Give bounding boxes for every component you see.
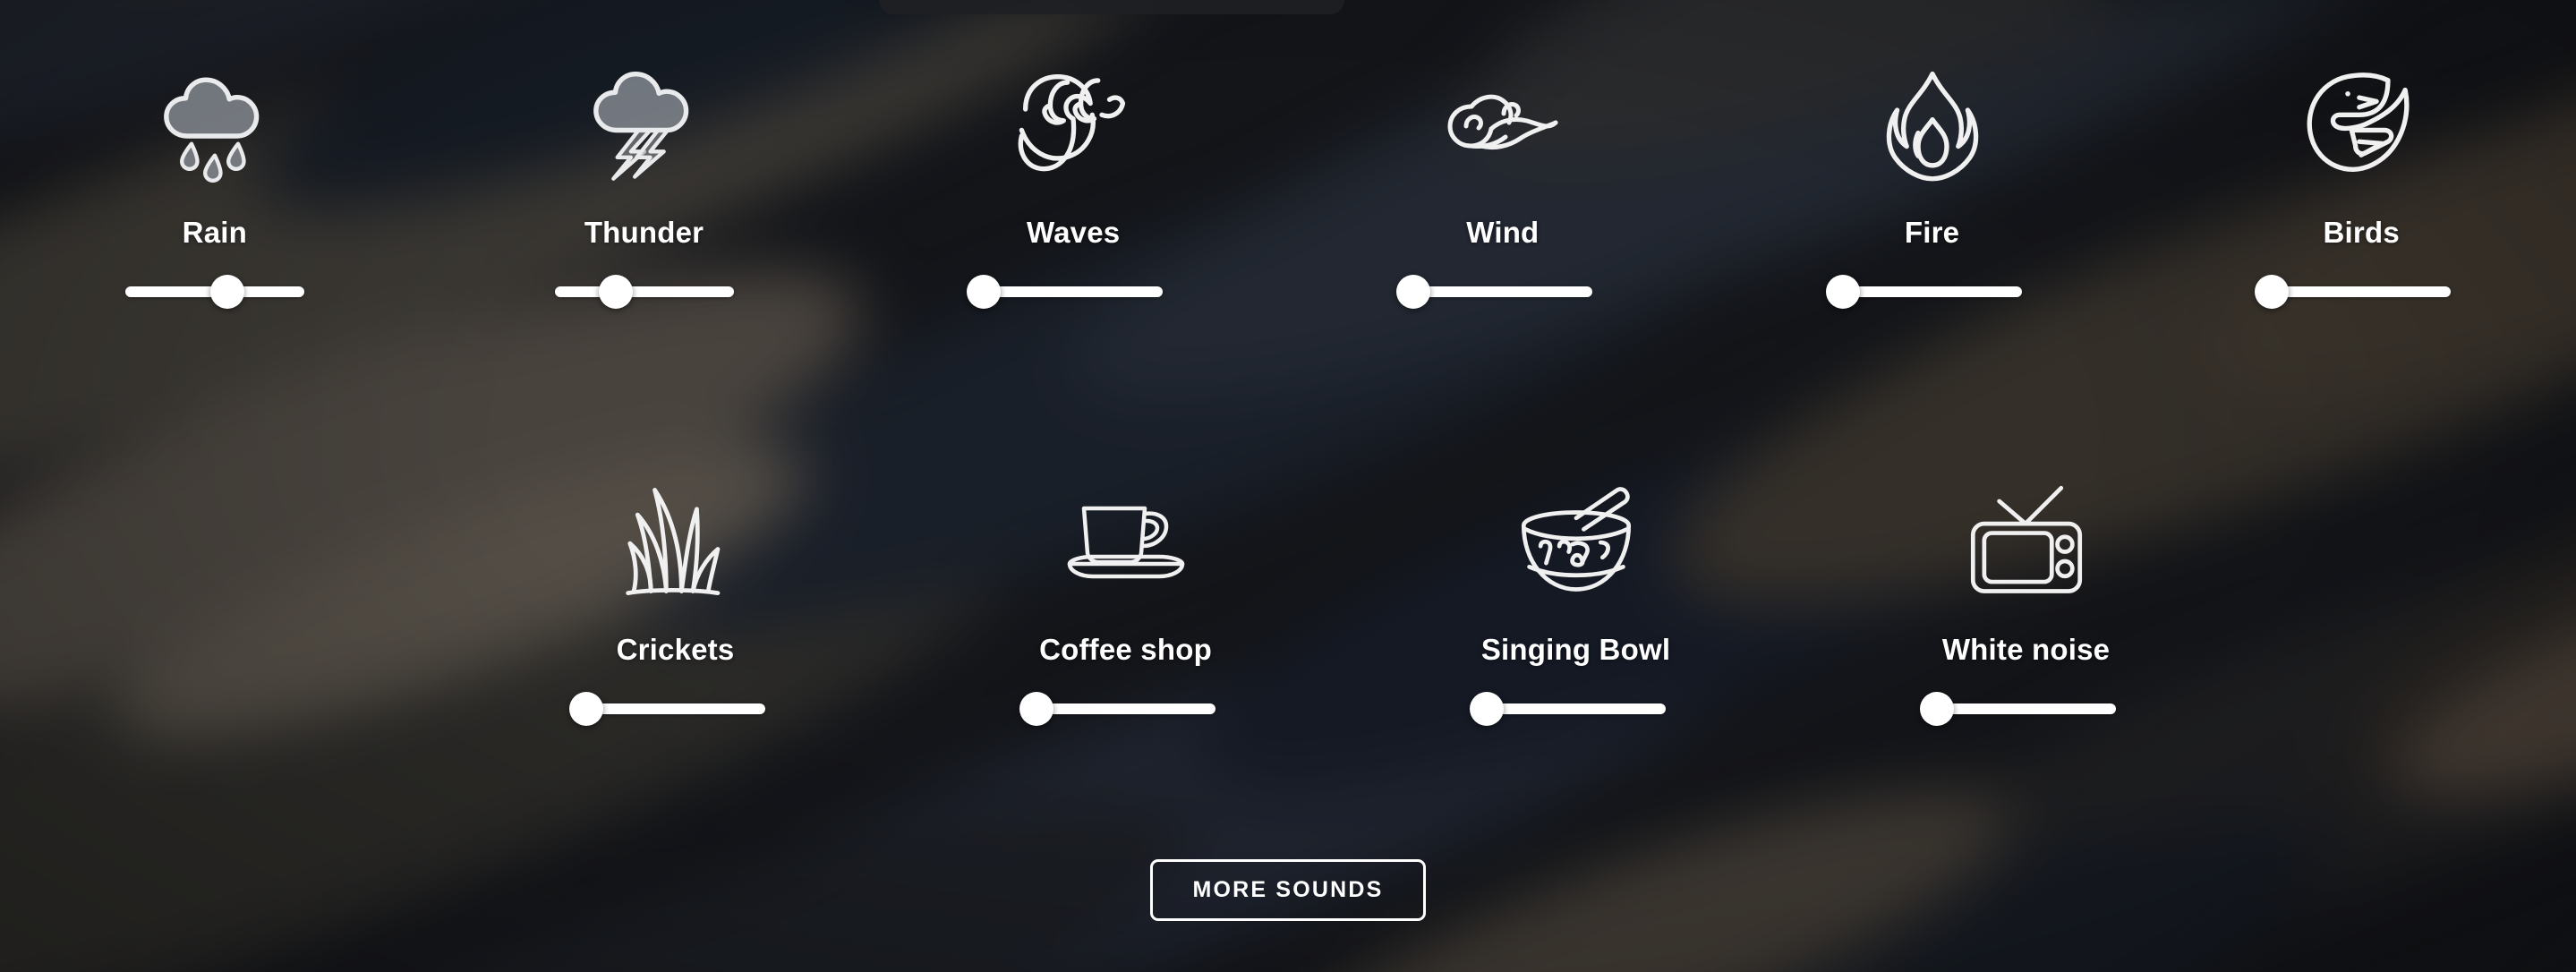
slider-track[interactable]	[1936, 703, 2116, 714]
slider-thumb[interactable]	[967, 275, 1002, 309]
slider-thumb[interactable]	[1019, 692, 1053, 726]
sound-label: Waves	[1027, 216, 1121, 249]
sound-tile-coffee-shop[interactable]: Coffee shop	[900, 458, 1351, 729]
sound-tile-white-noise[interactable]: White noise	[1801, 458, 2251, 729]
sound-label: White noise	[1941, 633, 2111, 666]
sound-tile-singing-bowl[interactable]: Singing Bowl	[1351, 458, 1801, 729]
slider-thumb[interactable]	[568, 692, 603, 726]
sound-label: Birds	[2323, 216, 2400, 249]
volume-slider-thunder[interactable]	[554, 271, 734, 312]
sound-tile-fire[interactable]: Fire	[1718, 41, 2147, 312]
sound-tile-crickets[interactable]: Crickets	[450, 458, 900, 729]
sound-tile-thunder[interactable]: Thunder	[430, 41, 859, 312]
slider-track[interactable]	[554, 286, 734, 297]
sound-tile-rain[interactable]: Rain	[0, 41, 430, 312]
volume-slider-fire[interactable]	[1825, 271, 2022, 312]
volume-slider-wind[interactable]	[1395, 271, 1592, 312]
volume-slider-birds[interactable]	[2255, 271, 2452, 312]
sound-tile-wind[interactable]: Wind	[1288, 41, 1718, 312]
sound-tile-waves[interactable]: Waves	[858, 41, 1288, 312]
sound-mixer: Rain Thunder Waves Wind Fire Birds Crick…	[0, 0, 2576, 972]
sound-label: Wind	[1466, 216, 1540, 249]
volume-slider-white-noise[interactable]	[1919, 688, 2116, 729]
thunder-cloud-icon[interactable]	[586, 41, 703, 207]
fire-icon[interactable]	[1880, 41, 1985, 207]
slider-thumb[interactable]	[1825, 275, 1860, 309]
slider-thumb[interactable]	[1395, 275, 1430, 309]
volume-slider-waves[interactable]	[967, 271, 1164, 312]
slider-track[interactable]	[1842, 286, 2022, 297]
wind-icon[interactable]	[1445, 41, 1561, 207]
retro-tv-icon[interactable]	[1967, 458, 2086, 624]
slider-thumb[interactable]	[209, 275, 244, 309]
slider-track[interactable]	[1036, 703, 1215, 714]
volume-slider-singing-bowl[interactable]	[1469, 688, 1666, 729]
volume-slider-rain[interactable]	[124, 271, 304, 312]
sound-label: Fire	[1904, 216, 1960, 249]
sound-label: Singing Bowl	[1480, 633, 1671, 666]
slider-thumb[interactable]	[1469, 692, 1504, 726]
more-sounds-container: MORE SOUNDS	[0, 859, 2576, 921]
slider-thumb[interactable]	[1919, 692, 1954, 726]
sound-label: Coffee shop	[1039, 633, 1212, 666]
bird-icon[interactable]	[2306, 41, 2417, 207]
slider-track[interactable]	[2272, 286, 2452, 297]
more-sounds-button[interactable]: MORE SOUNDS	[1150, 859, 1426, 921]
slider-track[interactable]	[1412, 286, 1592, 297]
waves-icon[interactable]	[1016, 41, 1130, 207]
volume-slider-crickets[interactable]	[568, 688, 765, 729]
volume-slider-coffee-shop[interactable]	[1019, 688, 1215, 729]
slider-track[interactable]	[585, 703, 765, 714]
sound-tile-birds[interactable]: Birds	[2146, 41, 2576, 312]
sound-label: Rain	[182, 216, 247, 249]
rain-cloud-icon[interactable]	[157, 41, 273, 207]
sound-label: Crickets	[616, 633, 735, 666]
singing-bowl-icon[interactable]	[1518, 458, 1634, 624]
sound-row-2: Crickets Coffee shop Singing Bowl White …	[0, 458, 2576, 729]
slider-track[interactable]	[984, 286, 1164, 297]
slider-thumb[interactable]	[2255, 275, 2290, 309]
sound-label: Thunder	[584, 216, 704, 249]
slider-track[interactable]	[1486, 703, 1666, 714]
grass-icon[interactable]	[622, 458, 729, 624]
sound-row-1: Rain Thunder Waves Wind Fire Birds	[0, 41, 2576, 312]
coffee-cup-icon[interactable]	[1061, 458, 1191, 624]
slider-thumb[interactable]	[598, 275, 633, 309]
